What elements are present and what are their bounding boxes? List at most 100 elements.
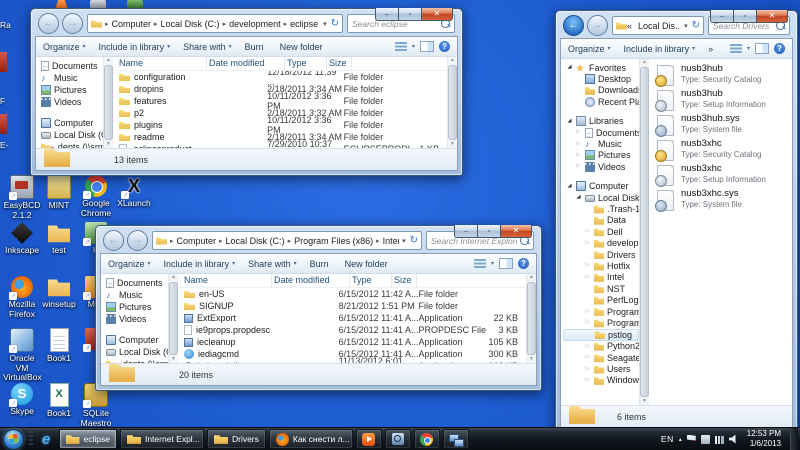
volume-icon[interactable] [729,435,738,444]
tree-item[interactable]: pstlog [563,329,639,341]
file-tile[interactable]: nusb3xhcType: Security Catalog [657,139,792,164]
tree-expander-icon[interactable]: ▷ [584,343,591,350]
minimize-button[interactable]: – [454,225,477,238]
tree-expander-icon[interactable]: ▷ [575,152,582,159]
tree-item[interactable]: ▷ Music [563,138,639,149]
desktop-icon[interactable]: EasyBCD 2.1.2 [3,175,41,220]
help-button[interactable]: ? [518,258,529,269]
file-row[interactable]: SIGNUP 8/21/2012 1:51 PM File folder [182,300,526,312]
file-row[interactable]: ExtExport 6/15/2012 11:41 A... Applicati… [182,312,526,324]
tree-expander-icon[interactable]: ▷ [584,366,591,373]
help-button[interactable]: ? [774,43,785,54]
internet-explorer-pinned-icon[interactable]: e [35,430,57,448]
address-bar[interactable]: ▸Computer▸Local Disk (C:)▸Program Files … [152,231,422,250]
breadcrumb-item[interactable]: development▸ [229,19,290,29]
clock[interactable]: 12:53 PM 1/6/2013 [743,429,785,449]
column-header[interactable]: Name [117,57,207,70]
toolbar-button[interactable]: Organize▾ [568,44,611,54]
toolbar-button[interactable]: Include in library▾ [624,44,696,54]
breadcrumb-item[interactable]: ▸ [102,20,112,28]
column-header[interactable]: Type [350,274,392,287]
preview-pane-button[interactable] [499,258,513,269]
toolbar-button[interactable]: Share with▾ [248,259,297,269]
address-dropdown-icon[interactable]: ▾ [323,20,327,28]
action-center-flag-icon[interactable] [687,435,696,444]
minimize-button[interactable]: – [710,10,733,23]
tree-expander-icon[interactable]: ◢ [575,194,582,201]
partial-desktop-icon[interactable] [53,0,70,8]
file-row[interactable]: plugins 10/11/2012 3:36 PM File folder [117,119,447,131]
address-dropdown-icon[interactable]: ▾ [684,22,688,30]
taskbar-window-button[interactable]: Как снести л... [269,429,353,449]
file-tile[interactable]: nusb3hubType: Security Catalog [657,64,792,89]
tree-item[interactable]: ◢ Favorites [563,62,639,73]
file-tile[interactable]: nusb3xhcType: Setup Information [657,164,792,189]
sidebar-scrollbar[interactable]: ▲▼ [103,57,113,148]
desktop-icon[interactable]: Book1 [40,328,78,364]
tree-expander-icon[interactable]: ▷ [584,228,591,235]
list-scrollbar[interactable]: ▲▼ [447,57,457,148]
taskbar-app-button[interactable] [414,429,440,449]
tree-expander-icon[interactable]: ▷ [584,319,591,326]
tree-item[interactable]: ▷ Python27 [563,341,639,352]
preview-pane-button[interactable] [420,41,434,52]
sidebar-item[interactable]: Computer [41,117,103,129]
show-hidden-icons-button[interactable]: ▴ [679,436,682,443]
tree-expander-icon[interactable]: ◢ [566,64,573,71]
breadcrumb-item[interactable]: Computer▸ [177,236,226,246]
sidebar-item[interactable]: Pictures [41,84,103,96]
breadcrumb-item[interactable]: Local Disk (C:)▸ [161,19,230,29]
partial-desktop-icon[interactable] [90,0,106,8]
tree-item[interactable]: ▷ Program Files [563,306,639,317]
preview-pane-button[interactable] [755,43,769,54]
tree-expander-icon[interactable]: ▷ [584,274,591,281]
forward-button[interactable]: → [587,15,608,36]
tree-item[interactable]: Desktop [563,73,639,84]
tree-item[interactable]: .Trash-1000 [563,203,639,214]
tree-expander-icon[interactable]: ▷ [584,308,591,315]
file-row[interactable]: features 10/11/2012 3:36 PM File folder [117,95,447,107]
taskbar-window-button[interactable]: Drivers [207,429,266,449]
toolbar-button[interactable]: New folder [280,42,326,52]
tree-item[interactable]: ▷ Hotfix [563,260,639,271]
sidebar-item[interactable]: Music [41,72,103,84]
network-icon[interactable] [715,436,724,444]
toolbar-button[interactable]: Organize▾ [43,42,86,52]
change-view-button[interactable] [730,44,742,53]
close-button[interactable]: ✕ [421,8,453,21]
tree-expander-icon[interactable]: ▷ [575,129,582,136]
toolbar-button[interactable]: Share with▾ [183,42,232,52]
tree-item[interactable]: Drivers [563,249,639,260]
tree-expander-icon[interactable]: ▷ [575,163,582,170]
column-header[interactable]: Date modified [272,274,350,287]
desktop-icon[interactable]: Mozilla Firefox [3,276,41,319]
back-button[interactable]: ← [563,15,584,36]
tree-expander-icon[interactable]: ◢ [566,118,573,125]
tree-item[interactable]: ◢ Computer [563,181,639,192]
file-row[interactable]: ie9props.propdesc 6/15/2012 11:41 A... P… [182,324,526,336]
tree-item[interactable]: ▷ Program Files (x [563,317,639,328]
taskbar-app-button[interactable] [356,429,382,449]
tree-expander-icon[interactable]: ◢ [566,183,573,190]
address-bar[interactable]: «Local Dis...▸Drivers ▾ ↻ [612,16,704,35]
column-header[interactable]: Size [392,274,417,287]
desktop-icon[interactable]: test [40,222,78,256]
partial-desktop-icon[interactable] [0,114,7,134]
sidebar-item[interactable]: ✕ depts (\\srmfs01) [41,141,103,148]
change-view-button[interactable] [395,42,407,51]
tree-item[interactable]: Data [563,215,639,226]
file-tile[interactable]: nusb3hub.sysType: System file [657,114,792,139]
views-caret-icon[interactable]: ▾ [747,45,750,52]
file-row[interactable]: iecleanup 6/15/2012 11:41 A... Applicati… [182,336,526,348]
tree-item[interactable]: ▷ Videos [563,161,639,172]
toolbar-button[interactable]: » [708,44,716,54]
tree-item[interactable]: Recent Places [563,96,639,107]
minimize-button[interactable]: – [375,8,398,21]
desktop-icon[interactable]: MINT [40,175,78,211]
tree-scrollbar[interactable]: ▲▼ [639,59,649,405]
breadcrumb-item[interactable]: ▸ [167,237,177,245]
show-desktop-button[interactable] [790,428,798,450]
views-caret-icon[interactable]: ▾ [491,260,494,267]
toolbar-button[interactable]: New folder [345,259,391,269]
tree-item[interactable]: ▷ Dell [563,226,639,237]
